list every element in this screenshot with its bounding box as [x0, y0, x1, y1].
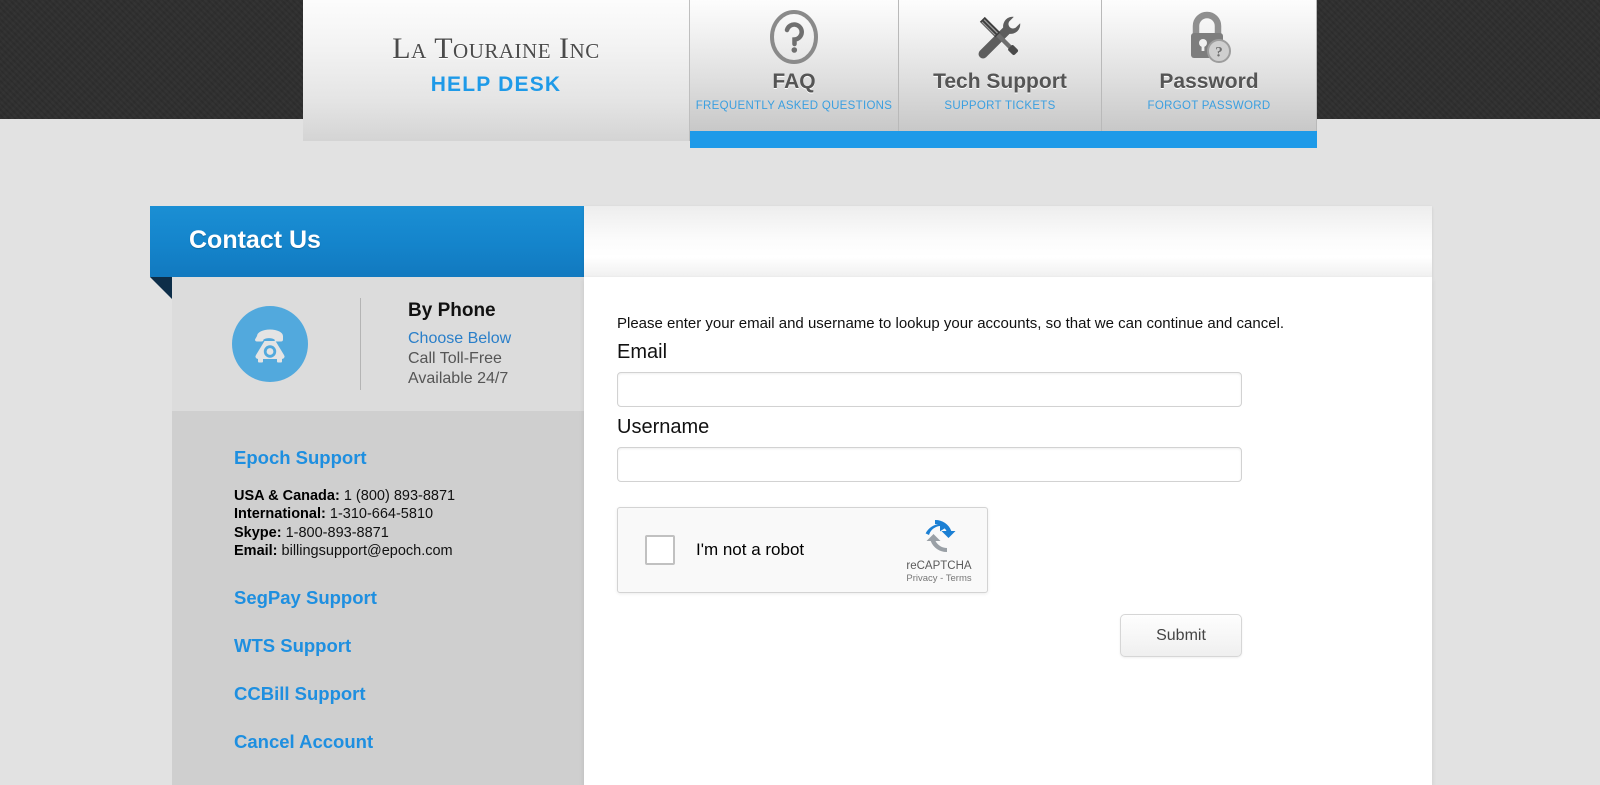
form-intro-text: Please enter your email and username to …	[617, 315, 1285, 332]
epoch-international-label: International:	[234, 506, 326, 523]
epoch-email-label: Email:	[234, 543, 278, 560]
contact-us-banner: Contact Us	[150, 206, 584, 277]
wrench-screwdriver-icon	[899, 6, 1101, 68]
tab-faq-sublabel: FREQUENTLY ASKED QUESTIONS	[695, 100, 893, 112]
epoch-skype-value: 1-800-893-8871	[285, 524, 389, 541]
sidebar-link-epoch-support[interactable]: Epoch Support	[234, 447, 584, 469]
tab-password[interactable]: ? Password FORGOT PASSWORD	[1102, 0, 1317, 131]
username-input[interactable]	[617, 447, 1242, 482]
tab-active-underline	[690, 131, 1317, 148]
page-title: Contact Us	[189, 226, 321, 254]
epoch-skype-label: Skype:	[234, 524, 282, 541]
availability-text: Available 24/7	[408, 370, 509, 387]
epoch-skype-row: Skype: 1-800-893-8871	[234, 524, 584, 542]
tab-faq[interactable]: FAQ FREQUENTLY ASKED QUESTIONS	[690, 0, 899, 131]
epoch-email-row: Email: billingsupport@epoch.com	[234, 542, 584, 560]
padlock-question-icon: ?	[1102, 6, 1316, 68]
site-header: La Touraine Inc HELP DESK FAQ FREQUENTLY…	[303, 0, 1317, 148]
call-toll-free-text: Call Toll-Free	[408, 350, 502, 367]
content-area: Contact Us By Phone Choose Below Call To…	[150, 206, 1440, 785]
sidebar: By Phone Choose Below Call Toll-Free Ava…	[172, 277, 584, 785]
sidebar-link-wts-support[interactable]: WTS Support	[234, 635, 584, 657]
epoch-email-value: billingsupport@epoch.com	[281, 543, 453, 560]
tab-faq-label: FAQ	[772, 70, 816, 93]
recaptcha-privacy-terms[interactable]: Privacy - Terms	[901, 573, 977, 584]
site-logo[interactable]: La Touraine Inc HELP DESK	[303, 0, 690, 141]
sidebar-link-segpay-support[interactable]: SegPay Support	[234, 587, 584, 609]
epoch-usa-canada-label: USA & Canada:	[234, 488, 340, 504]
phone-text-block: By Phone Choose Below Call Toll-Free Ava…	[408, 300, 511, 388]
epoch-usa-canada-row: USA & Canada: 1 (800) 893-8871	[234, 487, 584, 505]
recaptcha-logo-icon	[925, 519, 956, 553]
main-panel: Please enter your email and username to …	[584, 277, 1432, 785]
epoch-usa-canada-value: 1 (800) 893-8871	[343, 488, 456, 504]
epoch-international-row: International: 1-310-664-5810	[234, 505, 584, 523]
tab-password-label: Password	[1159, 70, 1259, 93]
logo-subtitle: HELP DESK	[430, 73, 562, 96]
choose-below-link[interactable]: Choose Below	[408, 330, 511, 348]
sidebar-link-ccbill-support[interactable]: CCBill Support	[234, 683, 584, 705]
epoch-international-value: 1-310-664-5810	[329, 506, 434, 523]
tab-tech-support-label: Tech Support	[933, 70, 1067, 93]
email-label: Email	[617, 341, 668, 363]
recaptcha-brand: reCAPTCHA Privacy - Terms	[901, 518, 977, 584]
by-phone-heading: By Phone	[408, 300, 496, 321]
by-phone-block: By Phone Choose Below Call Toll-Free Ava…	[172, 277, 584, 411]
recaptcha-brand-name: reCAPTCHA	[906, 560, 972, 572]
telephone-icon	[232, 306, 308, 382]
recaptcha-widget[interactable]: I'm not a robot reCAPTCHA Privacy - Term…	[617, 507, 988, 593]
username-label: Username	[617, 416, 710, 438]
tab-tech-support-sublabel: SUPPORT TICKETS	[944, 100, 1056, 112]
epoch-contact-details: USA & Canada: 1 (800) 893-8871 Internati…	[234, 487, 584, 561]
email-input[interactable]	[617, 372, 1242, 407]
phone-divider	[360, 298, 361, 390]
question-circle-icon	[690, 6, 898, 68]
tab-password-sublabel: FORGOT PASSWORD	[1147, 100, 1271, 112]
submit-button[interactable]: Submit	[1120, 614, 1242, 657]
recaptcha-label: I'm not a robot	[696, 540, 805, 559]
recaptcha-checkbox[interactable]	[645, 535, 675, 565]
logo-title: La Touraine Inc	[392, 32, 600, 65]
svg-text:?: ?	[1215, 45, 1223, 61]
sidebar-link-cancel-account[interactable]: Cancel Account	[234, 731, 584, 753]
submit-row: Submit	[617, 614, 1242, 657]
support-links-block: Epoch Support USA & Canada: 1 (800) 893-…	[172, 411, 584, 753]
banner-ribbon	[584, 206, 1432, 277]
banner-fold-triangle	[150, 277, 172, 299]
tab-tech-support[interactable]: Tech Support SUPPORT TICKETS	[899, 0, 1102, 131]
